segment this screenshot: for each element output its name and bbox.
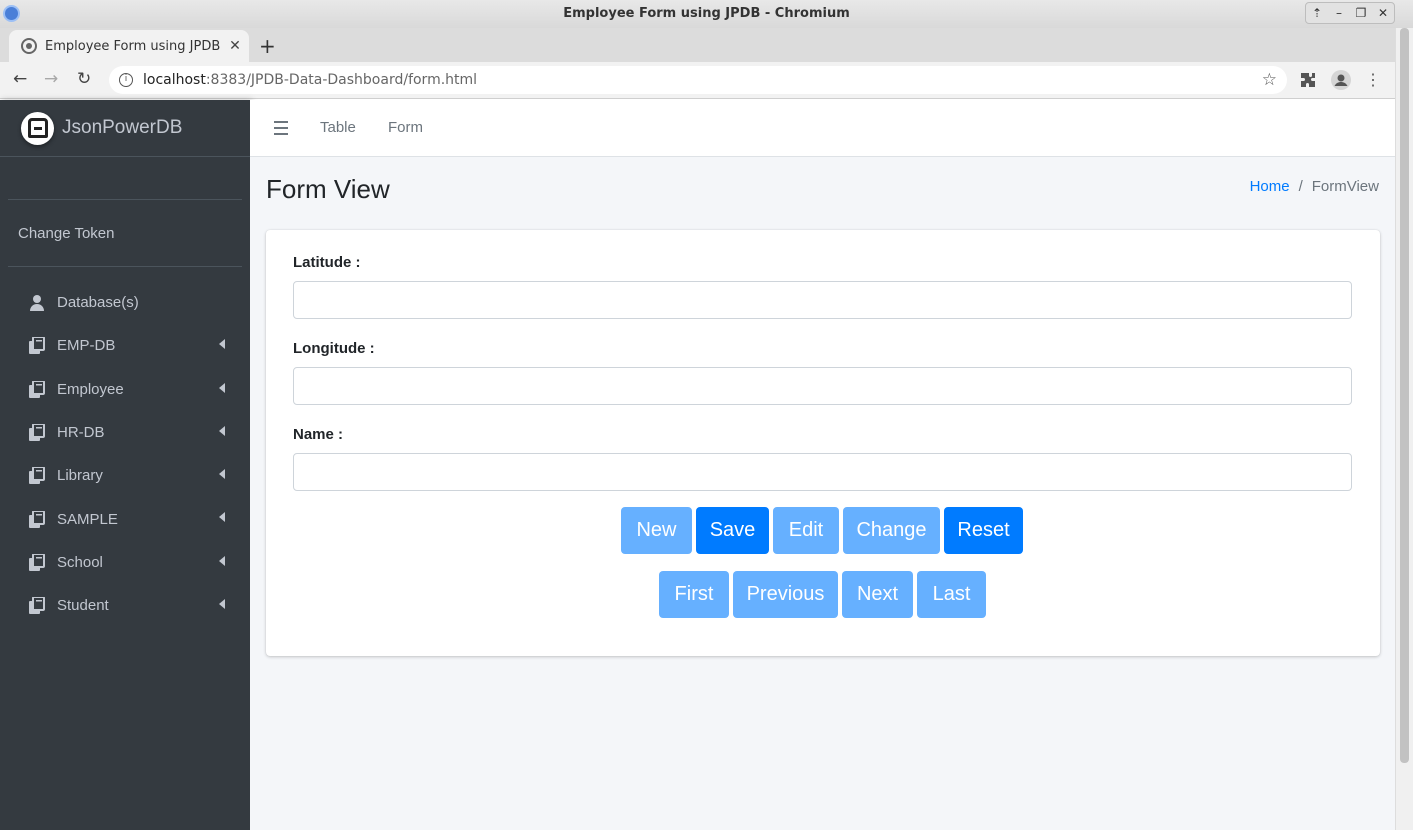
sidebar-item-sample[interactable]: SAMPLE	[0, 497, 250, 540]
sidebar-item-label: School	[57, 553, 103, 571]
jsonpowerdb-logo-icon	[21, 111, 54, 145]
profile-icon[interactable]	[1331, 70, 1351, 90]
breadcrumb-current: FormView	[1311, 178, 1379, 195]
chevron-left-icon	[219, 599, 225, 610]
chevron-left-icon	[219, 512, 225, 523]
next-button[interactable]: Next	[842, 571, 913, 618]
sidebar-item-label: Database(s)	[57, 294, 139, 312]
copy-icon	[29, 510, 45, 528]
sidebar: JsonPowerDB Change Token Database(s) EMP…	[0, 100, 250, 830]
sidebar-item-label: Library	[57, 467, 103, 485]
hamburger-menu-icon[interactable]	[274, 121, 288, 139]
maximize-up-icon[interactable]: ⇡	[1306, 3, 1328, 23]
window-title: Employee Form using JPDB - Chromium	[563, 6, 850, 21]
new-button[interactable]: New	[621, 507, 692, 554]
copy-icon	[29, 380, 45, 398]
sidebar-item-databases[interactable]: Database(s)	[0, 281, 250, 324]
page-title: Form View	[266, 174, 390, 204]
bookmark-star-icon[interactable]: ☆	[1262, 70, 1277, 90]
name-label: Name :	[293, 426, 344, 443]
sidebar-nav: Database(s) EMP-DB Employee HR-DB Librar…	[0, 267, 250, 627]
first-button[interactable]: First	[659, 571, 729, 618]
chevron-left-icon	[219, 425, 225, 436]
minimize-icon[interactable]: –	[1328, 3, 1350, 23]
last-button[interactable]: Last	[917, 571, 986, 618]
brand-text: JsonPowerDB	[62, 117, 183, 138]
forward-button[interactable]: →	[44, 69, 58, 89]
name-input[interactable]	[293, 453, 1352, 491]
save-button[interactable]: Save	[696, 507, 769, 554]
top-navbar: Table Form	[250, 100, 1395, 157]
sidebar-item-emp-db[interactable]: EMP-DB	[0, 324, 250, 367]
address-bar[interactable]: i localhost:8383/JPDB-Data-Dashboard/for…	[109, 66, 1287, 94]
latitude-label: Latitude :	[293, 254, 361, 271]
close-window-icon[interactable]: ✕	[1372, 3, 1394, 23]
window-titlebar: Employee Form using JPDB - Chromium ⇡ – …	[0, 0, 1413, 28]
info-icon[interactable]: i	[119, 73, 133, 87]
form-card: Latitude : Longitude : Name : New Save E…	[266, 230, 1380, 656]
change-token-link[interactable]: Change Token	[0, 200, 250, 266]
breadcrumb-separator: /	[1298, 178, 1303, 195]
globe-icon	[21, 38, 37, 54]
window-controls: ⇡ – ❐ ✕	[1305, 2, 1395, 24]
back-button[interactable]: ←	[13, 69, 27, 89]
content-wrapper: Form View Home / FormView Latitude : Longi…	[250, 157, 1395, 830]
sidebar-item-label: Student	[57, 597, 109, 615]
reload-button[interactable]: ↻	[77, 69, 91, 89]
tab-strip: Employee Form using JPDB ✕ +	[0, 28, 1395, 62]
page-scrollbar[interactable]	[1395, 28, 1413, 830]
user-icon	[29, 294, 45, 311]
chevron-left-icon	[219, 339, 225, 350]
sidebar-item-student[interactable]: Student	[0, 584, 250, 627]
sidebar-item-label: HR-DB	[57, 424, 105, 442]
edit-button[interactable]: Edit	[773, 507, 839, 554]
restore-icon[interactable]: ❐	[1350, 3, 1372, 23]
previous-button[interactable]: Previous	[733, 571, 838, 618]
tab-title: Employee Form using JPDB	[45, 38, 221, 54]
longitude-input[interactable]	[293, 367, 1352, 405]
chevron-left-icon	[219, 469, 225, 480]
copy-icon	[29, 337, 45, 355]
url-path: :8383/JPDB-Data-Dashboard/form.html	[205, 72, 478, 88]
browser-tab[interactable]: Employee Form using JPDB ✕	[9, 30, 249, 62]
copy-icon	[29, 597, 45, 615]
nav-link-table[interactable]: Table	[320, 119, 356, 136]
latitude-input[interactable]	[293, 281, 1352, 319]
sidebar-item-employee[interactable]: Employee	[0, 368, 250, 411]
chevron-left-icon	[219, 382, 225, 393]
extensions-icon[interactable]	[1298, 70, 1318, 90]
change-button[interactable]: Change	[843, 507, 940, 554]
chevron-left-icon	[219, 555, 225, 566]
sidebar-item-label: Employee	[57, 380, 124, 398]
browser-toolbar: ← → ↻ i localhost:8383/JPDB-Data-Dashboa…	[0, 62, 1395, 99]
breadcrumb-home-link[interactable]: Home	[1250, 178, 1290, 195]
scrollbar-thumb[interactable]	[1400, 28, 1409, 763]
reset-button[interactable]: Reset	[944, 507, 1023, 554]
sidebar-item-label: EMP-DB	[57, 337, 116, 355]
new-tab-button[interactable]: +	[259, 34, 276, 58]
sidebar-item-library[interactable]: Library	[0, 454, 250, 497]
nav-link-form[interactable]: Form	[388, 119, 423, 136]
menu-dots-icon[interactable]: ⋮	[1363, 70, 1383, 90]
sidebar-item-hr-db[interactable]: HR-DB	[0, 411, 250, 454]
tab-close-icon[interactable]: ✕	[225, 38, 245, 54]
copy-icon	[29, 424, 45, 442]
sidebar-item-label: SAMPLE	[57, 510, 118, 528]
brand-link[interactable]: JsonPowerDB	[0, 100, 250, 157]
sidebar-item-school[interactable]: School	[0, 541, 250, 584]
url-host: localhost	[143, 72, 206, 88]
copy-icon	[29, 553, 45, 571]
longitude-label: Longitude :	[293, 340, 375, 357]
breadcrumb: Home / FormView	[1250, 178, 1379, 195]
copy-icon	[29, 467, 45, 485]
